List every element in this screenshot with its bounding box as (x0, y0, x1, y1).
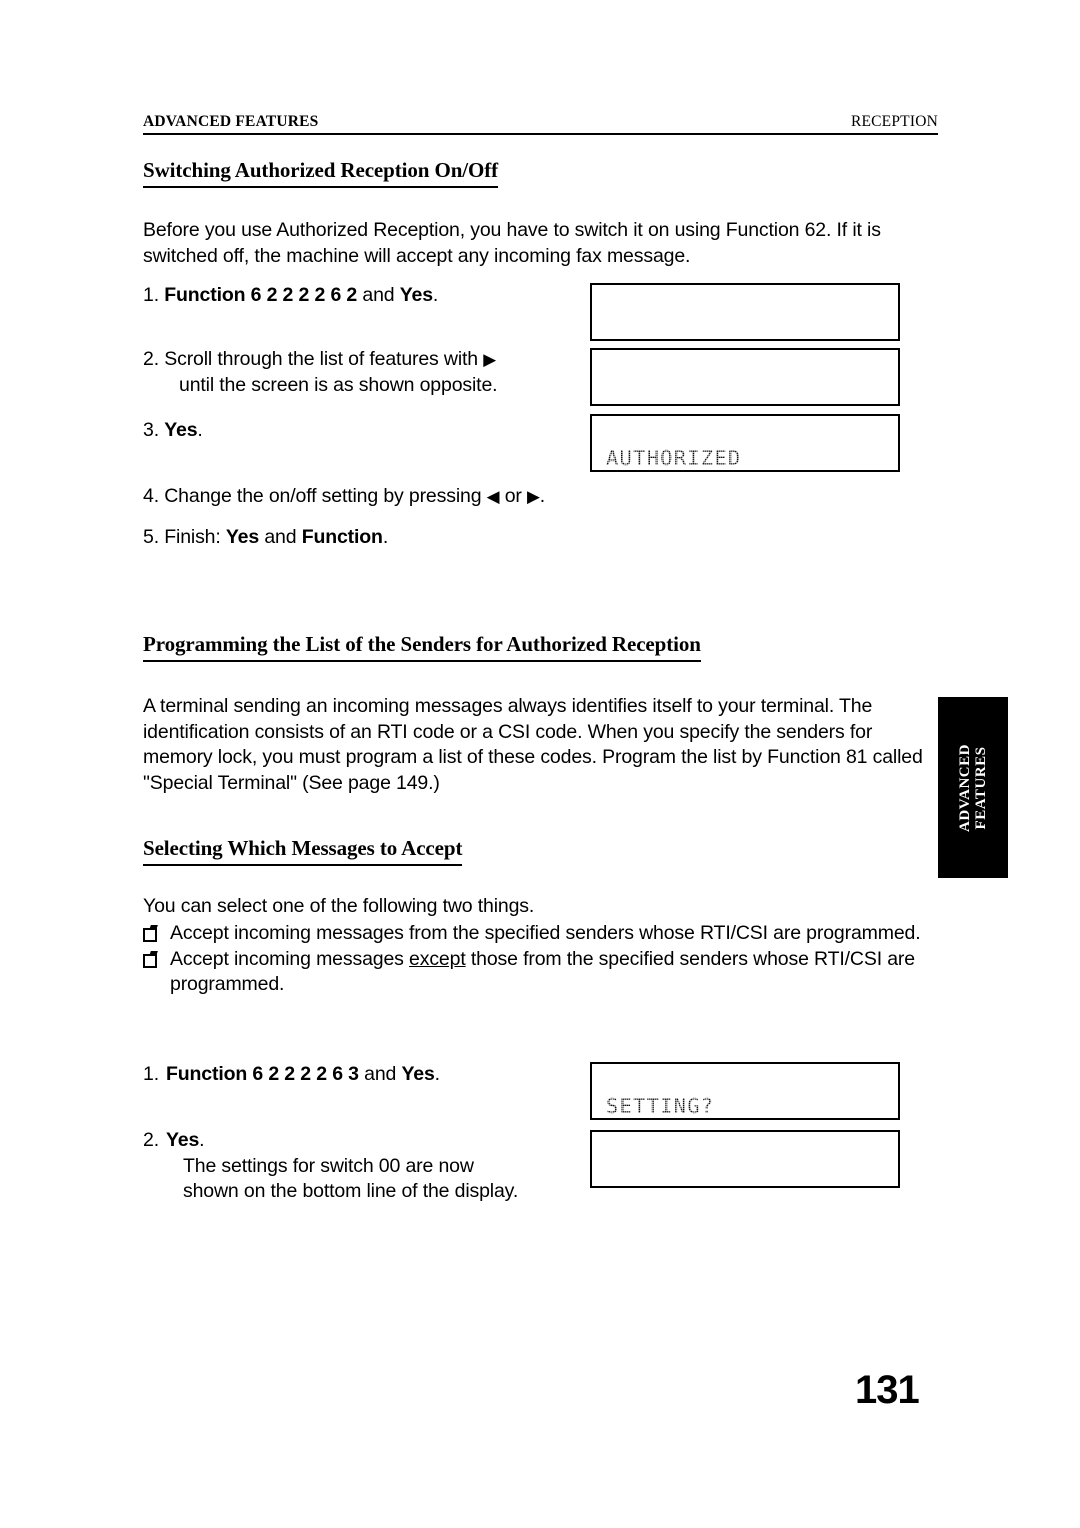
lcd-line-top: SETTING? Y/◀ ▶ (592, 1066, 898, 1118)
step-2-number: 2. (143, 1129, 159, 1151)
lcd-line-bottom: SELECT LINE (592, 313, 898, 341)
side-tab-line-1: ADVANCED (957, 743, 973, 832)
lcd-line-top: Y/NEXT▶ (592, 352, 898, 379)
step-2-end: . (199, 1129, 205, 1151)
step-1-number: 1. (143, 284, 159, 306)
section-heading-switching: Switching Authorized Reception On/Off (143, 158, 498, 188)
intro-paragraph: Before you use Authorized Reception, you… (143, 219, 881, 267)
step-3-end: . (197, 419, 203, 441)
side-tab-advanced-features: ADVANCED FEATURES (938, 697, 1008, 878)
right-arrow-icon: ▶ (483, 349, 497, 369)
page-number: 131 (855, 1368, 920, 1412)
step-4-end: . (539, 485, 546, 507)
step-2-number: 2. (143, 348, 159, 370)
step-1-selecting: 1. Function 6 2 2 2 2 6 3 and Yes. (143, 1062, 583, 1088)
step-5-switching: 5. Finish: Yes and Function. (143, 525, 583, 551)
lcd-line-bottom: AUTHORIZED ON/OFF (592, 378, 898, 406)
step-4-switching: 4. Change the on/off setting by pressing… (143, 484, 593, 510)
step-5-end: . (382, 526, 389, 548)
step-1-mid: and (358, 1063, 402, 1085)
lcd-bottom-left: SWITCH 00 :0000 0000 (606, 1187, 877, 1188)
step-1-bold-yes: Yes (399, 284, 433, 306)
side-tab-line-2: FEATURES (973, 746, 989, 829)
list-item-text-pre: Accept incoming messages from the specif… (170, 922, 921, 944)
step-4-number: 4. (143, 485, 159, 507)
lcd-bottom-left: PRINT LIST◀ (606, 1119, 755, 1120)
list-item: Accept incoming messages except those fr… (143, 947, 943, 998)
lcd-line-bottom: ON ▶OFF (592, 444, 898, 472)
step-1-bold-function: Function 6 2 2 2 2 6 2 (164, 284, 358, 306)
lcd-line-top: Y/NEXT▶ (592, 287, 898, 314)
lcd-bottom-left: AUTHORIZED ON/OFF (606, 405, 836, 406)
step-5-bold-function: Function (301, 526, 383, 548)
step-2-selecting: 2. Yes. The settings for switch 00 are no… (143, 1128, 583, 1205)
lcd-bottom-left: SELECT LINE (606, 340, 755, 341)
list-item-text-underlined: except (409, 947, 466, 970)
step-5-number: 5. (143, 526, 159, 548)
running-header: ADVANCED FEATURES RECEPTION (143, 113, 938, 135)
step-1-switching: 1. Function 6 2 2 2 2 6 2 and Yes. (143, 283, 573, 309)
side-tab-label: ADVANCED FEATURES (957, 744, 989, 832)
list-item: Accept incoming messages from the specif… (143, 921, 943, 947)
step-1-bold-yes: Yes (401, 1063, 435, 1085)
step-5-mid: and (259, 526, 302, 548)
flag-bullet-icon (143, 951, 158, 968)
right-arrow-icon: ▶ (527, 486, 540, 506)
step-2-continuation-line-1: The settings for switch 00 are now (183, 1154, 474, 1177)
step-4-mid: or (499, 485, 527, 507)
lcd-line-top: KPAD/Y/◀▶ (592, 1134, 898, 1161)
step-1-end: . (434, 1063, 440, 1085)
lcd-display-select-line: Y/NEXT▶ SELECT LINE (590, 283, 900, 341)
running-header-left: ADVANCED FEATURES (143, 113, 319, 130)
left-arrow-icon: ◀ (486, 486, 500, 506)
step-2-text: Scroll through the list of features with (164, 348, 484, 370)
step-5-text: Finish: (164, 526, 226, 548)
lcd-display-authorized-on-off: Y/NEXT▶ AUTHORIZED ON/OFF (590, 348, 900, 406)
section-heading-programming: Programming the List of the Senders for … (143, 632, 701, 662)
lcd-line-bottom: SWITCH 00 :0000 0000 (592, 1160, 898, 1188)
step-2-bold-yes: Yes (166, 1129, 200, 1151)
step-3-switching: 3. Yes. (143, 418, 573, 444)
step-2-continuation-line-2: shown on the bottom line of the display. (183, 1180, 519, 1202)
step-4-text: Change the on/off setting by pressing (164, 485, 487, 507)
step-5-bold-yes: Yes (225, 526, 260, 548)
step-1-end: . (432, 284, 439, 306)
step-1-mid: and (357, 284, 400, 306)
lcd-line-top: AUTHORIZED Y/◀▶ (592, 418, 898, 470)
step-1-bold-function: Function 6 2 2 2 2 6 3 (166, 1063, 359, 1085)
flag-bullet-icon (143, 925, 158, 942)
programming-paragraph: A terminal sending an incoming messages … (143, 695, 923, 794)
selecting-intro-paragraph: You can select one of the following two … (143, 895, 535, 917)
lcd-bottom-left: ON ▶OFF (606, 471, 728, 472)
section-heading-selecting: Selecting Which Messages to Accept (143, 836, 462, 866)
lcd-display-setting-print-list: SETTING? Y/◀ ▶ PRINT LIST◀ (590, 1062, 900, 1120)
step-3-bold-yes: Yes (164, 419, 198, 441)
step-3-number: 3. (143, 419, 159, 441)
running-header-right: RECEPTION (850, 113, 938, 130)
accept-options-list: Accept incoming messages from the specif… (143, 921, 943, 998)
step-2-continuation: until the screen is as shown opposite. (179, 373, 498, 396)
step-2-switching: 2. Scroll through the list of features w… (143, 347, 573, 398)
list-item-text-pre: Accept incoming messages (170, 947, 410, 970)
step-1-number: 1. (143, 1063, 159, 1085)
lcd-line-bottom: PRINT LIST◀ (592, 1092, 898, 1120)
lcd-display-authorized-toggle: AUTHORIZED Y/◀▶ ON ▶OFF (590, 414, 900, 472)
lcd-display-switch-00: KPAD/Y/◀▶ SWITCH 00 :0000 0000 (590, 1130, 900, 1188)
document-page: ADVANCED FEATURES RECEPTION Switching Au… (0, 0, 1080, 1528)
